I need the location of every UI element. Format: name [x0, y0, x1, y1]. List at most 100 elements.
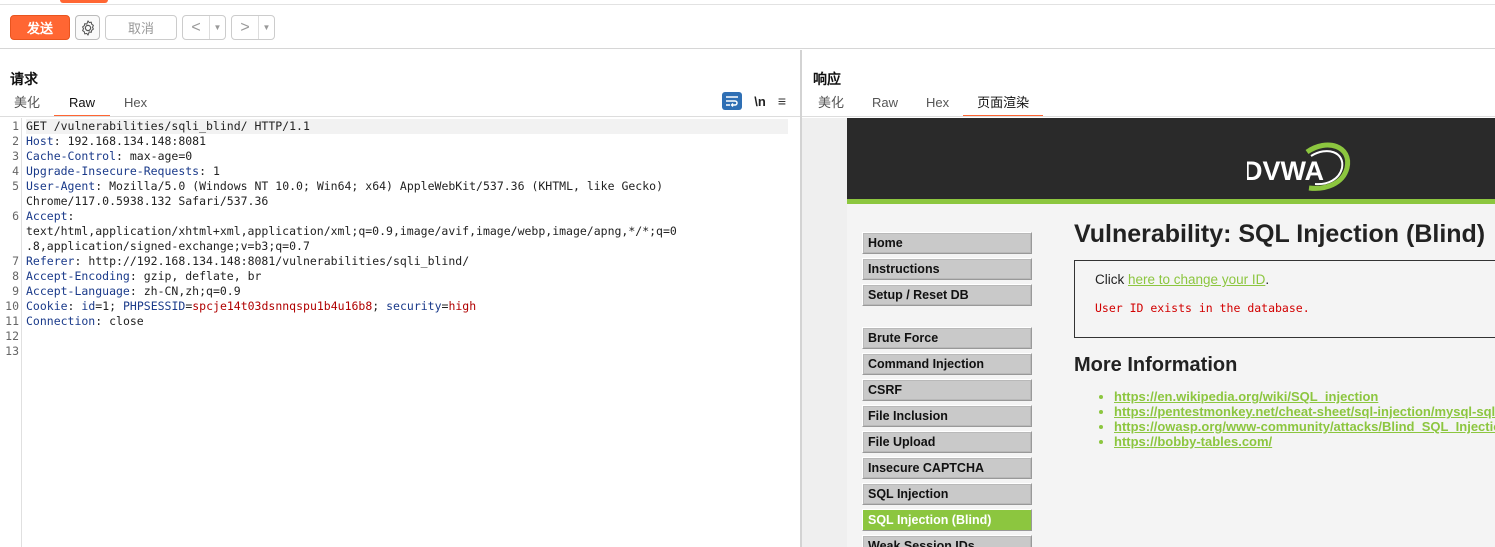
header-sep: :: [129, 284, 144, 298]
forward-history-dropdown[interactable]: ▼: [258, 16, 274, 39]
cookie-part: security: [386, 299, 442, 313]
menu-item-insecure-captcha[interactable]: Insecure CAPTCHA: [862, 457, 1032, 479]
line-number: 11: [5, 314, 19, 328]
menu-item-setup-reset-db[interactable]: Setup / Reset DB: [862, 284, 1032, 306]
cookie-part: id: [81, 299, 96, 313]
send-button[interactable]: 发送: [10, 15, 70, 40]
editor-line: 6 Accept:: [0, 209, 790, 224]
show-newlines-button[interactable]: \n: [754, 94, 766, 109]
header-sep: :: [199, 164, 213, 178]
editor-line: 12: [0, 329, 790, 344]
cookie-part: PHPSESSID: [123, 299, 186, 313]
editor-line: 5 User-Agent: Mozilla/5.0 (Windows NT 10.…: [0, 179, 790, 194]
click-suffix: .: [1265, 272, 1270, 287]
dvwa-page: DVWA Home Instructions Setup / Reset DB Bru…: [847, 118, 1495, 547]
menu-item-file-inclusion[interactable]: File Inclusion: [862, 405, 1032, 427]
header-key: Cache-Control: [26, 149, 117, 163]
header-key: Accept-Encoding: [26, 269, 130, 283]
line-number: 10: [5, 299, 19, 313]
response-tab-underline: [802, 116, 1495, 117]
header-key: User-Agent: [26, 179, 96, 193]
settings-button[interactable]: [75, 15, 100, 40]
response-tab-pretty[interactable]: 美化: [804, 93, 858, 117]
menu-item-weak-session-ids[interactable]: Weak Session IDs: [862, 535, 1032, 547]
menu-item-home[interactable]: Home: [862, 232, 1032, 254]
request-tab-pretty[interactable]: 美化: [0, 93, 54, 117]
header-key: Accept-Language: [26, 284, 130, 298]
menu-item-sql-injection[interactable]: SQL Injection: [862, 483, 1032, 505]
info-link-bobby-tables[interactable]: https://bobby-tables.com/: [1114, 434, 1272, 449]
response-tab-raw[interactable]: Raw: [858, 93, 912, 117]
header-value: Mozilla/5.0 (Windows NT 10.0; Win64; x64…: [109, 179, 663, 193]
response-tab-hex[interactable]: Hex: [912, 93, 963, 117]
editor-line: 11 Connection: close: [0, 314, 790, 329]
request-tab-raw[interactable]: Raw: [54, 93, 111, 117]
info-link-pentestmonkey[interactable]: https://pentestmonkey.net/cheat-sheet/sq…: [1114, 404, 1495, 419]
menu-item-instructions[interactable]: Instructions: [862, 258, 1032, 280]
request-tab-hex[interactable]: Hex: [110, 93, 161, 117]
editor-menu-icon[interactable]: ≡: [778, 93, 786, 109]
editor-line: 9 Accept-Language: zh-CN,zh;q=0.9: [0, 284, 790, 299]
info-link-owasp[interactable]: https://owasp.org/www-community/attacks/…: [1114, 419, 1495, 434]
line-code: Accept-Language: zh-CN,zh;q=0.9: [26, 284, 241, 299]
line-number: 1: [12, 119, 19, 133]
change-id-link[interactable]: here to change your ID: [1128, 272, 1265, 287]
line-code: GET /vulnerabilities/sqli_blind/ HTTP/1.…: [26, 119, 788, 134]
header-sep: :: [95, 314, 110, 328]
request-title: 请求: [10, 71, 38, 87]
header-sep: :: [67, 299, 82, 313]
line-number: 4: [12, 164, 19, 178]
line-code: Cookie: id=1; PHPSESSID=spcje14t03dsnnqs…: [26, 299, 476, 314]
cancel-button[interactable]: 取消: [105, 15, 177, 40]
response-tab-render[interactable]: 页面渲染: [963, 93, 1044, 117]
header-value: 1: [212, 164, 220, 178]
header-value: zh-CN,zh;q=0.9: [143, 284, 241, 298]
active-top-tab-indicator[interactable]: [60, 0, 108, 3]
line-code: text/html,application/xhtml+xml,applicat…: [26, 224, 677, 239]
menu-item-file-upload[interactable]: File Upload: [862, 431, 1032, 453]
request-tabs: 美化 Raw Hex: [0, 93, 161, 117]
info-link-wikipedia[interactable]: https://en.wikipedia.org/wiki/SQL_inject…: [1114, 389, 1378, 404]
line-code: Connection: close: [26, 314, 144, 329]
menu-item-command-injection[interactable]: Command Injection: [862, 353, 1032, 375]
list-item: https://pentestmonkey.net/cheat-sheet/sq…: [1114, 404, 1495, 419]
line-code: Upgrade-Insecure-Requests: 1: [26, 164, 220, 179]
editor-line: 4 Upgrade-Insecure-Requests: 1: [0, 164, 790, 179]
header-key: Host: [26, 134, 54, 148]
request-pane: 请求 美化 Raw Hex \n ≡ 1 GET /vulnerabilities…: [0, 50, 800, 547]
word-wrap-button[interactable]: [722, 92, 743, 110]
dvwa-header: DVWA: [847, 118, 1495, 204]
back-arrow-button[interactable]: <: [183, 16, 209, 39]
header-value: http://192.168.134.148:8081/vulnerabilit…: [88, 254, 470, 268]
line-number: 2: [12, 134, 19, 148]
header-key: Upgrade-Insecure-Requests: [26, 164, 200, 178]
forward-arrow-button[interactable]: >: [232, 16, 258, 39]
line-code: Accept-Encoding: gzip, deflate, br: [26, 269, 261, 284]
line-number: 9: [12, 284, 19, 298]
menu-item-sql-injection-blind[interactable]: SQL Injection (Blind): [862, 509, 1032, 531]
header-sep: :: [67, 209, 75, 223]
editor-line: 10 Cookie: id=1; PHPSESSID=spcje14t03dsnn…: [0, 299, 790, 314]
menu-item-brute-force[interactable]: Brute Force: [862, 327, 1032, 349]
line-number: 13: [5, 344, 19, 358]
header-sep: :: [53, 134, 68, 148]
line-code: Referer: http://192.168.134.148:8081/vul…: [26, 254, 469, 269]
cookie-part: ;: [372, 299, 387, 313]
header-value: text/html,application/xhtml+xml,applicat…: [26, 224, 677, 238]
request-editor[interactable]: 1 GET /vulnerabilities/sqli_blind/ HTTP/1…: [0, 118, 790, 547]
line-code: Cache-Control: max-age=0: [26, 149, 192, 164]
header-sep: :: [129, 269, 144, 283]
click-prefix: Click: [1095, 272, 1128, 287]
header-sep: :: [95, 179, 110, 193]
back-history-dropdown[interactable]: ▼: [209, 16, 225, 39]
header-key: Cookie: [26, 299, 68, 313]
line-number: 12: [5, 329, 19, 343]
more-info-links: https://en.wikipedia.org/wiki/SQL_inject…: [1098, 389, 1495, 449]
editor-line: 13: [0, 344, 790, 359]
editor-line: Chrome/117.0.5938.132 Safari/537.36: [0, 194, 790, 209]
request-tools: \n ≡: [722, 92, 786, 110]
menu-item-csrf[interactable]: CSRF: [862, 379, 1032, 401]
result-box: Click here to change your ID. User ID ex…: [1074, 260, 1495, 338]
back-nav-group: < ▼: [182, 15, 226, 40]
editor-line: 7 Referer: http://192.168.134.148:8081/vu…: [0, 254, 790, 269]
